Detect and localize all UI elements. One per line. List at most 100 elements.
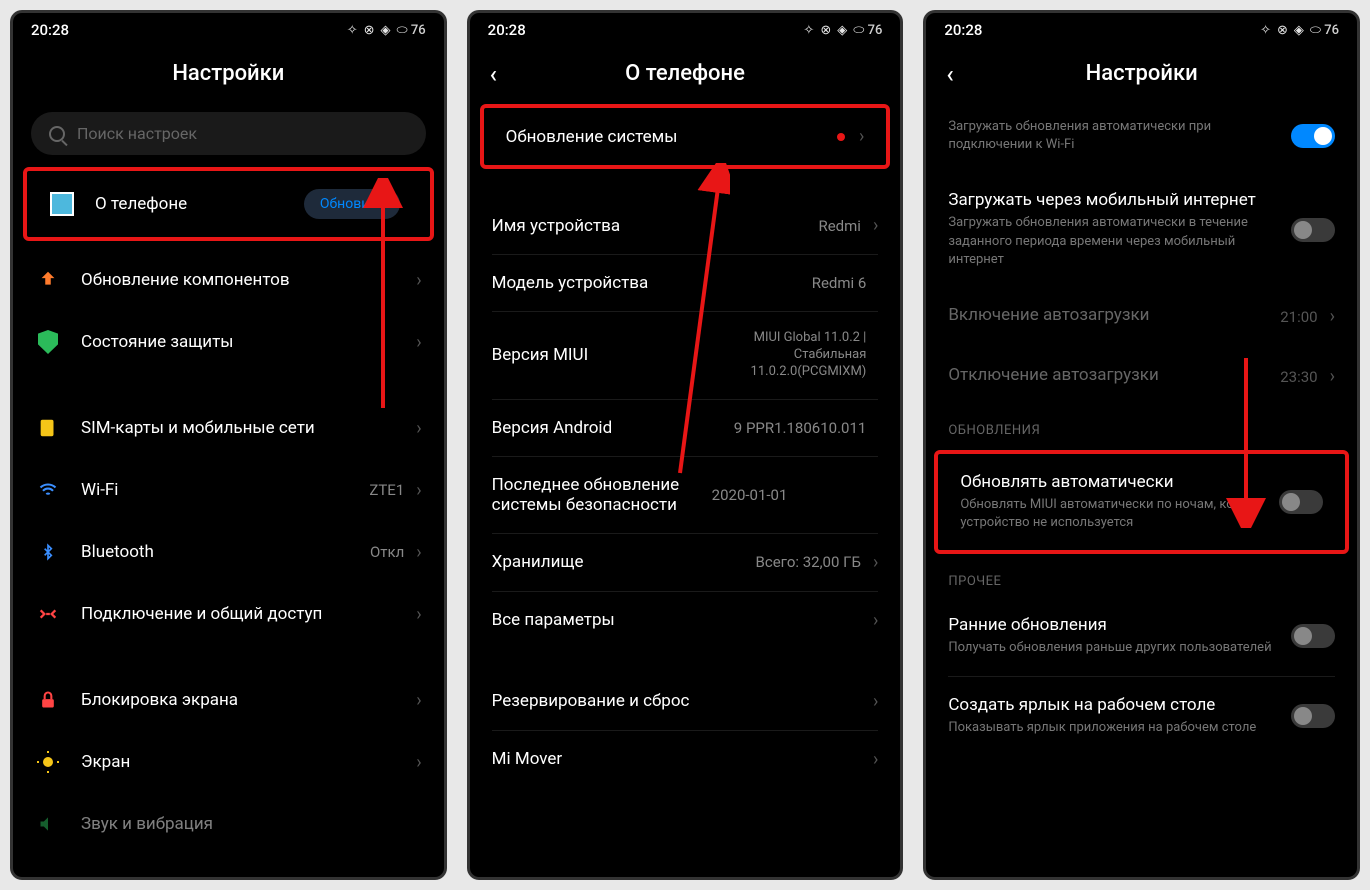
toggle-switch[interactable] [1291,124,1335,148]
row-label: Wi-Fi [81,480,369,500]
chevron-right-icon: › [416,332,421,353]
signal-icon: ⊗ [820,23,831,38]
brightness-icon [35,749,61,775]
phone-screen-about: 20:28 ✧ ⊗ ◈ ⬭ 76 ‹ О телефоне Обновление… [467,10,904,880]
search-placeholder: Поиск настроек [77,124,197,143]
row-title: Ранние обновления [948,615,1291,635]
vibrate-icon: ✧ [347,23,358,38]
search-input[interactable]: Поиск настроек [31,112,426,155]
notification-dot-icon [837,133,845,141]
row-all-specs[interactable]: Все параметры › [470,592,901,649]
toggle-switch[interactable] [1291,218,1335,242]
row-components-update[interactable]: Обновление компонентов › [13,249,444,311]
row-auto-update[interactable]: Обновлять автоматически Обновлять MIUI а… [938,454,1345,550]
status-icons: ✧ ⊗ ◈ ⬭ 76 [1260,23,1339,38]
phone-screen-settings: 20:28 ✧ ⊗ ◈ ⬭ 76 Настройки Поиск настрое… [10,10,447,880]
chevron-right-icon: › [1330,366,1335,387]
row-label: Резервирование и сброс [492,691,873,711]
battery-icon: ⬭ 76 [853,23,882,38]
row-miui-version[interactable]: Версия MIUI MIUI Global 11.0.2 | Стабиль… [470,312,901,399]
row-label: Mi Mover [492,749,873,769]
row-storage[interactable]: Хранилище Всего: 32,00 ГБ › [470,534,901,591]
row-early-updates[interactable]: Ранние обновления Получать обновления ра… [926,597,1357,675]
row-android-version[interactable]: Версия Android 9 PPR1.180610.011 [470,400,901,456]
row-autodownload-off[interactable]: Отключение автозагрузки 23:30 › [926,347,1357,407]
row-label: Экран [81,752,416,772]
status-icons: ✧ ⊗ ◈ ⬭ 76 [347,23,426,38]
chevron-right-icon: › [416,418,421,439]
status-bar: 20:28 ✧ ⊗ ◈ ⬭ 76 [470,13,901,47]
row-security-status[interactable]: Состояние защиты › [13,311,444,373]
row-device-name[interactable]: Имя устройства Redmi › [470,197,901,254]
back-button[interactable]: ‹ [946,60,953,88]
status-bar: 20:28 ✧ ⊗ ◈ ⬭ 76 [926,13,1357,47]
status-bar: 20:28 ✧ ⊗ ◈ ⬭ 76 [13,13,444,47]
row-sub: Загружать обновления автоматически при п… [948,118,1291,154]
page-header: ‹ О телефоне [470,47,901,100]
battery-icon: ⬭ 76 [397,23,426,38]
search-icon [49,126,65,142]
back-button[interactable]: ‹ [490,60,497,88]
toggle-switch[interactable] [1291,624,1335,648]
chevron-right-icon: › [416,480,421,501]
row-display[interactable]: Экран › [13,731,444,793]
row-bluetooth[interactable]: Bluetooth Откл › [13,521,444,583]
chevron-right-icon: › [1330,306,1335,327]
bluetooth-icon [35,539,61,565]
shield-icon [35,329,61,355]
vibrate-icon: ✧ [1260,23,1271,38]
phone-icon [49,191,75,217]
row-backup-reset[interactable]: Резервирование и сброс › [470,673,901,730]
row-value: 9 PPR1.180610.011 [734,419,867,437]
toggle-switch[interactable] [1291,704,1335,728]
status-icons: ✧ ⊗ ◈ ⬭ 76 [803,23,882,38]
row-sim-networks[interactable]: SIM-карты и мобильные сети › [13,397,444,459]
row-label: Обновление компонентов [81,270,416,290]
signal-icon: ⊗ [1277,23,1288,38]
row-mi-mover[interactable]: Mi Mover › [470,731,901,788]
toggle-switch[interactable] [1279,490,1323,514]
row-sound-vibration[interactable]: Звук и вибрация [13,793,444,855]
row-security-patch[interactable]: Последнее обновление системы безопасност… [470,457,901,533]
row-desktop-shortcut[interactable]: Создать ярлык на рабочем столе Показыват… [926,677,1357,755]
row-value: Redmi [818,217,860,235]
section-header-other: ПРОЧЕЕ [926,558,1357,597]
phone-screen-update-settings: 20:28 ✧ ⊗ ◈ ⬭ 76 ‹ Настройки Загружать о… [923,10,1360,880]
row-sub: Показывать ярлык приложения на рабочем с… [948,719,1291,737]
wifi-icon: ◈ [381,23,391,38]
chevron-right-icon: › [873,691,878,712]
row-label: Последнее обновление системы безопасност… [492,475,712,515]
row-about-phone[interactable]: О телефоне Обновить [27,171,430,237]
row-wifi-autodownload[interactable]: Загружать обновления автоматически при п… [926,100,1357,172]
row-label: Подключение и общий доступ [81,604,416,624]
row-sub: Обновлять MIUI автоматически по ночам, к… [960,496,1279,532]
row-label: О телефоне [95,194,304,214]
row-value: 2020-01-01 [712,486,788,504]
chevron-right-icon: › [416,542,421,563]
wifi-icon: ◈ [837,23,847,38]
update-button[interactable]: Обновить [304,189,400,219]
row-autodownload-on[interactable]: Включение автозагрузки 21:00 › [926,287,1357,347]
row-label: Обновление системы [506,127,837,147]
chevron-right-icon: › [873,215,878,236]
row-mobile-download[interactable]: Загружать через мобильный интернет Загру… [926,172,1357,287]
vibrate-icon: ✧ [803,23,814,38]
row-value: 21:00 [1280,308,1317,326]
row-wifi[interactable]: Wi-Fi ZTE1 › [13,459,444,521]
signal-icon: ⊗ [364,23,375,38]
page-header: ‹ Настройки [926,47,1357,100]
page-title: Настройки [1086,61,1198,86]
status-time: 20:28 [944,21,982,39]
chevron-right-icon: › [416,270,421,291]
chevron-right-icon: › [416,604,421,625]
row-system-update[interactable]: Обновление системы › [484,108,887,165]
row-label: Блокировка экрана [81,690,416,710]
row-title: Загружать через мобильный интернет [948,190,1291,210]
row-label: Bluetooth [81,542,370,562]
page-title: Настройки [13,47,444,100]
row-lock-screen[interactable]: Блокировка экрана › [13,669,444,731]
row-label: Версия MIUI [492,345,687,365]
row-label: Имя устройства [492,216,819,236]
row-connection-sharing[interactable]: Подключение и общий доступ › [13,583,444,645]
row-device-model[interactable]: Модель устройства Redmi 6 [470,255,901,311]
